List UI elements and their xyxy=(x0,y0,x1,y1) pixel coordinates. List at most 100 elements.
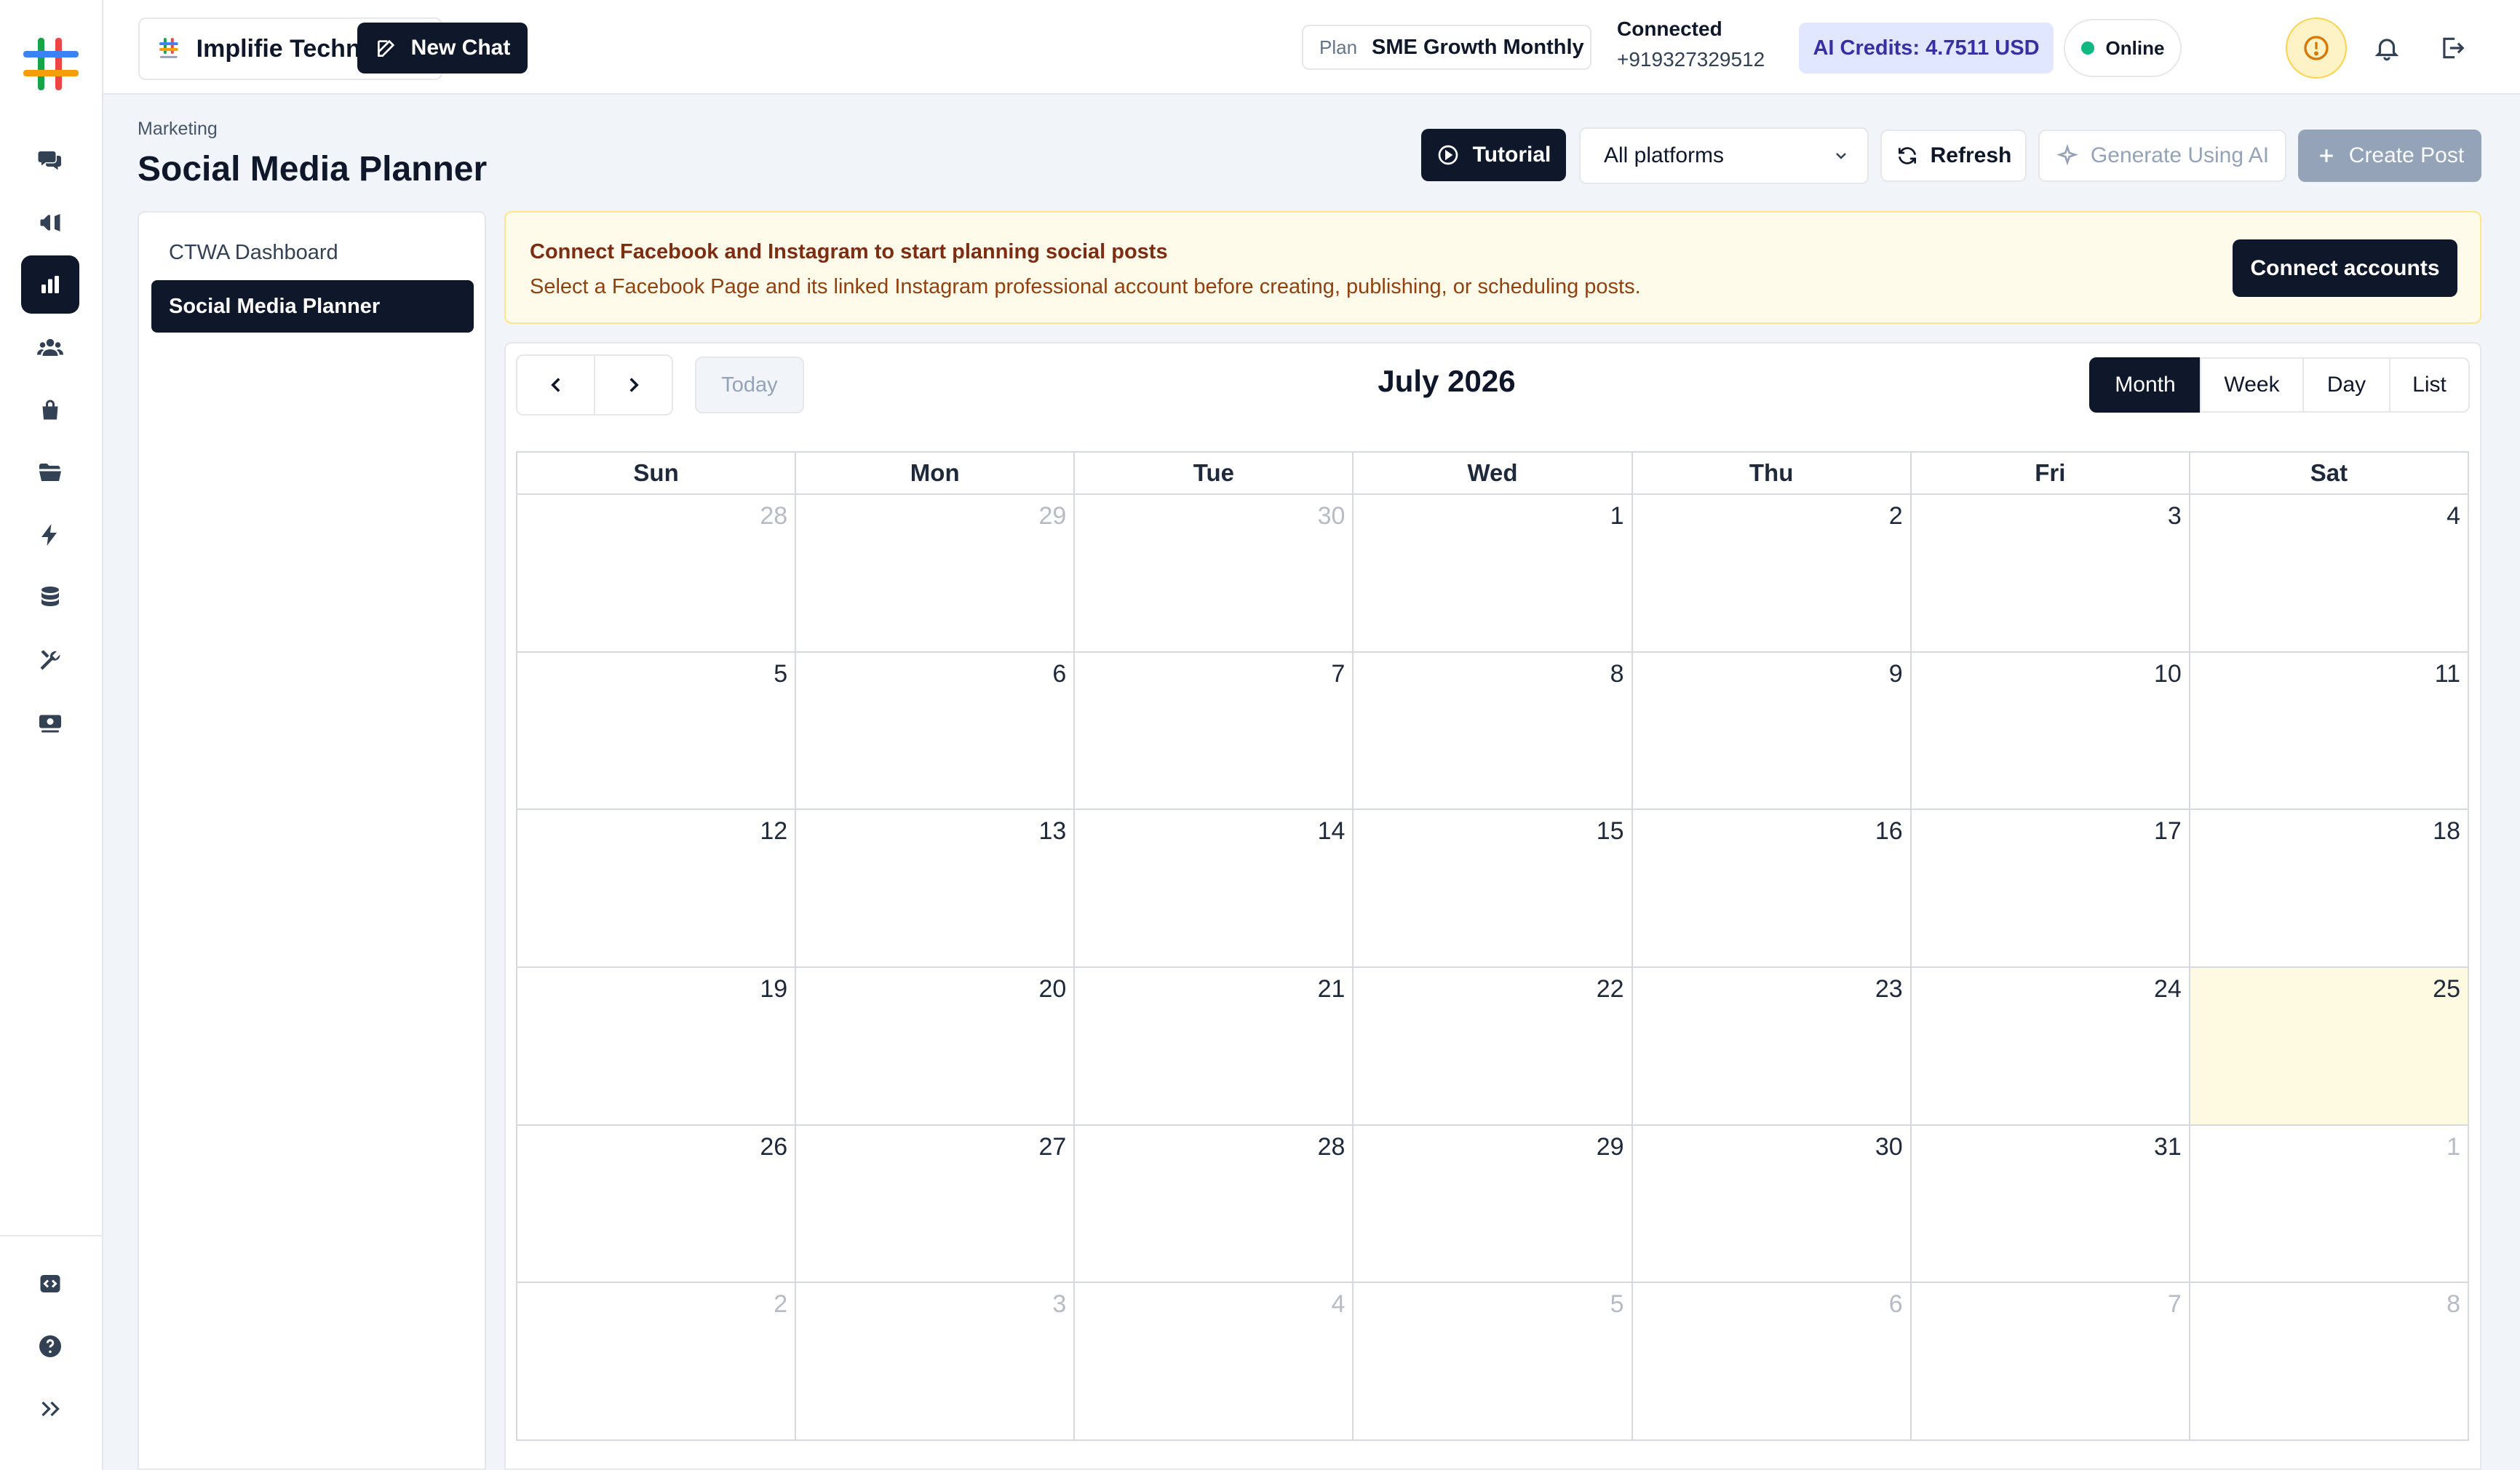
calendar-day-cell[interactable]: 9 xyxy=(1632,652,1912,811)
calendar-day-cell-outside-month[interactable]: 1 xyxy=(2190,1125,2469,1284)
rail-automation-icon[interactable] xyxy=(21,506,79,564)
calendar-day-cell[interactable]: 4 xyxy=(2190,495,2469,653)
day-number: 20 xyxy=(1038,975,1067,1003)
rail-database-icon[interactable] xyxy=(21,568,79,627)
breadcrumb[interactable]: Marketing xyxy=(138,119,218,140)
rail-folder-icon[interactable] xyxy=(21,443,79,501)
previous-month-button[interactable] xyxy=(516,354,595,416)
view-list-button[interactable]: List xyxy=(2389,357,2470,413)
view-week-button[interactable]: Week xyxy=(2200,357,2304,413)
online-status[interactable]: Online xyxy=(2064,19,2182,77)
day-number: 21 xyxy=(1317,975,1346,1003)
day-number: 2 xyxy=(774,1290,788,1319)
calendar-day-cell[interactable]: 13 xyxy=(796,810,1076,968)
plus-icon xyxy=(2320,149,2333,162)
refresh-icon xyxy=(1898,147,1916,164)
calendar-day-cell[interactable]: 21 xyxy=(1075,968,1354,1126)
calendar-day-cell[interactable]: 10 xyxy=(1911,652,2190,811)
rail-developer-icon[interactable] xyxy=(21,1255,79,1313)
calendar-day-cell-outside-month[interactable]: 2 xyxy=(517,1283,797,1441)
create-post-label: Create Post xyxy=(2348,143,2465,167)
calendar-day-cell[interactable]: 15 xyxy=(1354,810,1633,968)
calendar-day-cell[interactable]: 23 xyxy=(1632,968,1912,1126)
calendar-day-cell-outside-month[interactable]: 30 xyxy=(1075,495,1354,653)
calendar-day-cell[interactable]: 26 xyxy=(517,1125,797,1284)
rail-campaigns-icon[interactable] xyxy=(21,194,79,252)
alert-circle-icon xyxy=(2304,36,2329,60)
day-number: 3 xyxy=(1052,1290,1067,1319)
chevron-down-icon xyxy=(1836,153,1846,159)
connect-accounts-button[interactable]: Connect accounts xyxy=(2233,239,2457,297)
calendar-day-cell-outside-month[interactable]: 7 xyxy=(1911,1283,2190,1441)
calendar-day-cell[interactable]: 7 xyxy=(1075,652,1354,811)
calendar-day-cell[interactable]: 28 xyxy=(1075,1125,1354,1284)
workspace-logo-icon xyxy=(159,38,178,58)
rail-chats-icon[interactable] xyxy=(21,131,79,189)
today-button[interactable]: Today xyxy=(695,357,804,413)
app-logo[interactable] xyxy=(19,32,83,96)
warning-button[interactable] xyxy=(2286,17,2347,79)
calendar-day-cell-outside-month[interactable]: 8 xyxy=(2190,1283,2469,1441)
calendar-day-cell-outside-month[interactable]: 29 xyxy=(796,495,1076,653)
calendar-day-cell[interactable]: 24 xyxy=(1911,968,2190,1126)
calendar-day-cell[interactable]: 17 xyxy=(1911,810,2190,968)
view-month-button[interactable]: Month xyxy=(2089,357,2201,413)
rail-shop-icon[interactable] xyxy=(21,381,79,439)
day-number: 30 xyxy=(1875,1132,1903,1161)
edit-icon xyxy=(377,39,394,57)
weekday-header: Thu xyxy=(1632,453,1912,495)
calendar-day-cell[interactable]: 6 xyxy=(796,652,1076,811)
connect-accounts-banner: Connect Facebook and Instagram to start … xyxy=(504,211,2481,324)
calendar-day-cell-outside-month[interactable]: 5 xyxy=(1354,1283,1633,1441)
calendar-day-cell[interactable]: 18 xyxy=(2190,810,2469,968)
tutorial-button[interactable]: Tutorial xyxy=(1421,129,1566,181)
calendar-day-cell-outside-month[interactable]: 28 xyxy=(517,495,797,653)
subnav-item-social-media-planner[interactable]: Social Media Planner xyxy=(151,280,474,333)
rail-expand-icon[interactable] xyxy=(21,1380,79,1438)
calendar-day-cell[interactable]: 20 xyxy=(796,968,1076,1126)
calendar-day-cell[interactable]: 8 xyxy=(1354,652,1633,811)
day-number: 1 xyxy=(1610,502,1624,530)
day-number: 28 xyxy=(1317,1132,1346,1161)
subnav-item-ctwa-dashboard[interactable]: CTWA Dashboard xyxy=(151,226,474,279)
calendar-day-cell[interactable]: 22 xyxy=(1354,968,1633,1126)
calendar-day-cell[interactable]: 3 xyxy=(1911,495,2190,653)
calendar-day-cell[interactable]: 27 xyxy=(796,1125,1076,1284)
rail-help-icon[interactable] xyxy=(21,1317,79,1375)
rail-tools-icon[interactable] xyxy=(21,631,79,689)
calendar-day-cell[interactable]: 31 xyxy=(1911,1125,2190,1284)
rail-analytics-icon[interactable] xyxy=(21,255,79,314)
calendar-day-cell[interactable]: 30 xyxy=(1632,1125,1912,1284)
day-number: 27 xyxy=(1038,1132,1067,1161)
platform-filter-select[interactable]: All platforms xyxy=(1579,127,1869,184)
day-number: 6 xyxy=(1052,659,1067,688)
day-number: 14 xyxy=(1317,817,1346,846)
calendar-day-cell[interactable]: 1 xyxy=(1354,495,1633,653)
notifications-button[interactable] xyxy=(2365,26,2409,70)
calendar-day-cell[interactable]: 5 xyxy=(517,652,797,811)
calendar-day-cell[interactable]: 19 xyxy=(517,968,797,1126)
calendar-day-cell[interactable]: 25 xyxy=(2190,968,2469,1126)
new-chat-button[interactable]: New Chat xyxy=(357,23,528,74)
day-number: 1 xyxy=(2447,1132,2460,1161)
next-month-button[interactable] xyxy=(594,354,673,416)
calendar-day-cell[interactable]: 12 xyxy=(517,810,797,968)
calendar-day-cell[interactable]: 29 xyxy=(1354,1125,1633,1284)
generate-ai-button[interactable]: Generate Using AI xyxy=(2038,130,2286,182)
refresh-button[interactable]: Refresh xyxy=(1880,130,2027,182)
create-post-button[interactable]: Create Post xyxy=(2298,130,2481,182)
generate-ai-label: Generate Using AI xyxy=(2090,143,2270,167)
rail-billing-icon[interactable] xyxy=(21,694,79,752)
day-number: 25 xyxy=(2433,975,2460,1003)
calendar-day-cell[interactable]: 16 xyxy=(1632,810,1912,968)
rail-contacts-icon[interactable] xyxy=(21,318,79,376)
calendar-day-cell[interactable]: 14 xyxy=(1075,810,1354,968)
logout-button[interactable] xyxy=(2430,26,2474,70)
calendar-day-cell-outside-month[interactable]: 4 xyxy=(1075,1283,1354,1441)
calendar-day-cell[interactable]: 2 xyxy=(1632,495,1912,653)
calendar-day-cell-outside-month[interactable]: 3 xyxy=(796,1283,1076,1441)
calendar-day-cell[interactable]: 11 xyxy=(2190,652,2469,811)
calendar-day-cell-outside-month[interactable]: 6 xyxy=(1632,1283,1912,1441)
view-day-button[interactable]: Day xyxy=(2302,357,2390,413)
marketing-subnav: CTWA Dashboard Social Media Planner xyxy=(138,211,486,1470)
